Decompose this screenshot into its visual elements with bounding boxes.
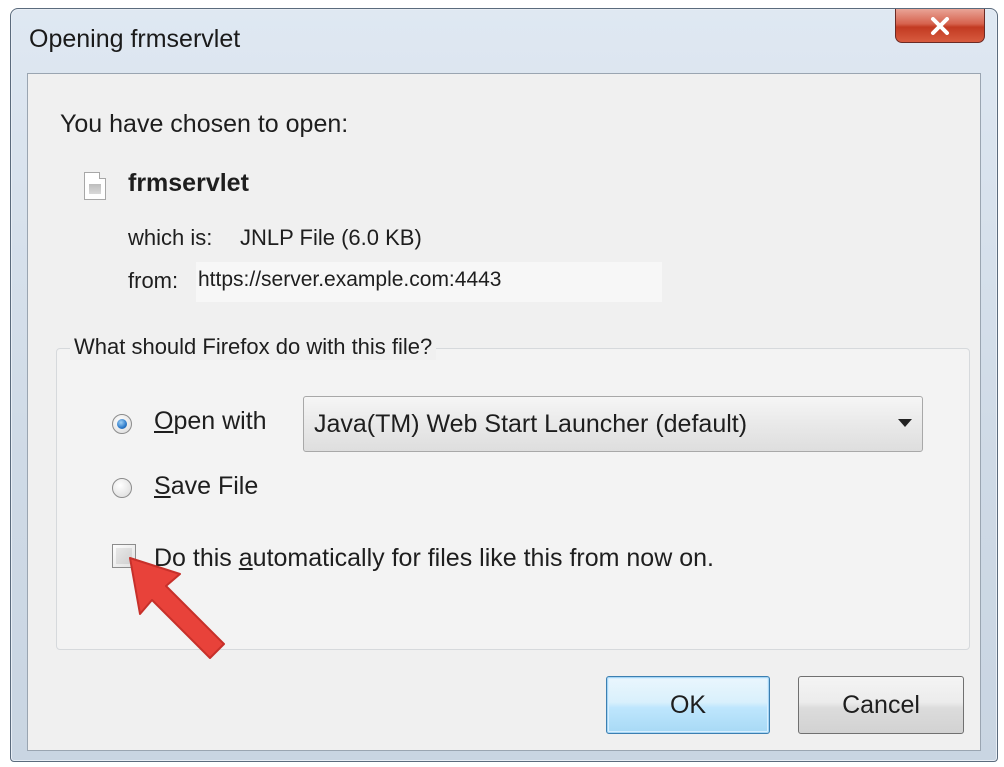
save-file-mnemonic: S — [154, 472, 171, 500]
file-type-label: which is: — [128, 225, 213, 250]
open-with-mnemonic: O — [154, 407, 174, 435]
open-with-radio[interactable] — [112, 414, 132, 434]
application-select[interactable]: Java(TM) Web Start Launcher (default) — [303, 396, 923, 452]
dialog-window: Opening frmservlet You have chosen to op… — [10, 8, 998, 762]
action-question: What should Firefox do with this file? — [70, 334, 437, 360]
file-icon — [84, 172, 106, 200]
chevron-down-icon — [898, 419, 912, 427]
save-file-radio[interactable] — [112, 478, 132, 498]
auto-label[interactable]: Do this automatically for files like thi… — [154, 544, 714, 573]
save-file-label[interactable]: Save File — [154, 472, 258, 501]
open-with-label[interactable]: Open with — [154, 407, 267, 436]
window-title: Opening frmservlet — [29, 25, 241, 53]
source-label: from: — [128, 268, 179, 293]
close-button[interactable] — [895, 9, 985, 43]
red-arrow-icon — [129, 557, 225, 659]
dialog-content: You have chosen to open: frmservlet whic… — [27, 73, 981, 751]
cancel-button[interactable]: Cancel — [798, 676, 964, 734]
file-type-value: JNLP File (6.0 KB) — [240, 225, 422, 250]
close-icon — [931, 16, 949, 35]
auto-label-after: utomatically for files like this from no… — [252, 544, 714, 572]
application-select-value: Java(TM) Web Start Launcher (default) — [314, 410, 748, 438]
auto-label-mnemonic: a — [238, 544, 253, 572]
source-url: https://server.example.com:4443 — [198, 268, 502, 291]
ok-button[interactable]: OK — [606, 676, 770, 734]
file-name: frmservlet — [128, 169, 249, 197]
open-with-text: pen with — [173, 407, 267, 435]
intro-label: You have chosen to open: — [60, 110, 349, 138]
save-file-text: ave File — [170, 472, 259, 500]
